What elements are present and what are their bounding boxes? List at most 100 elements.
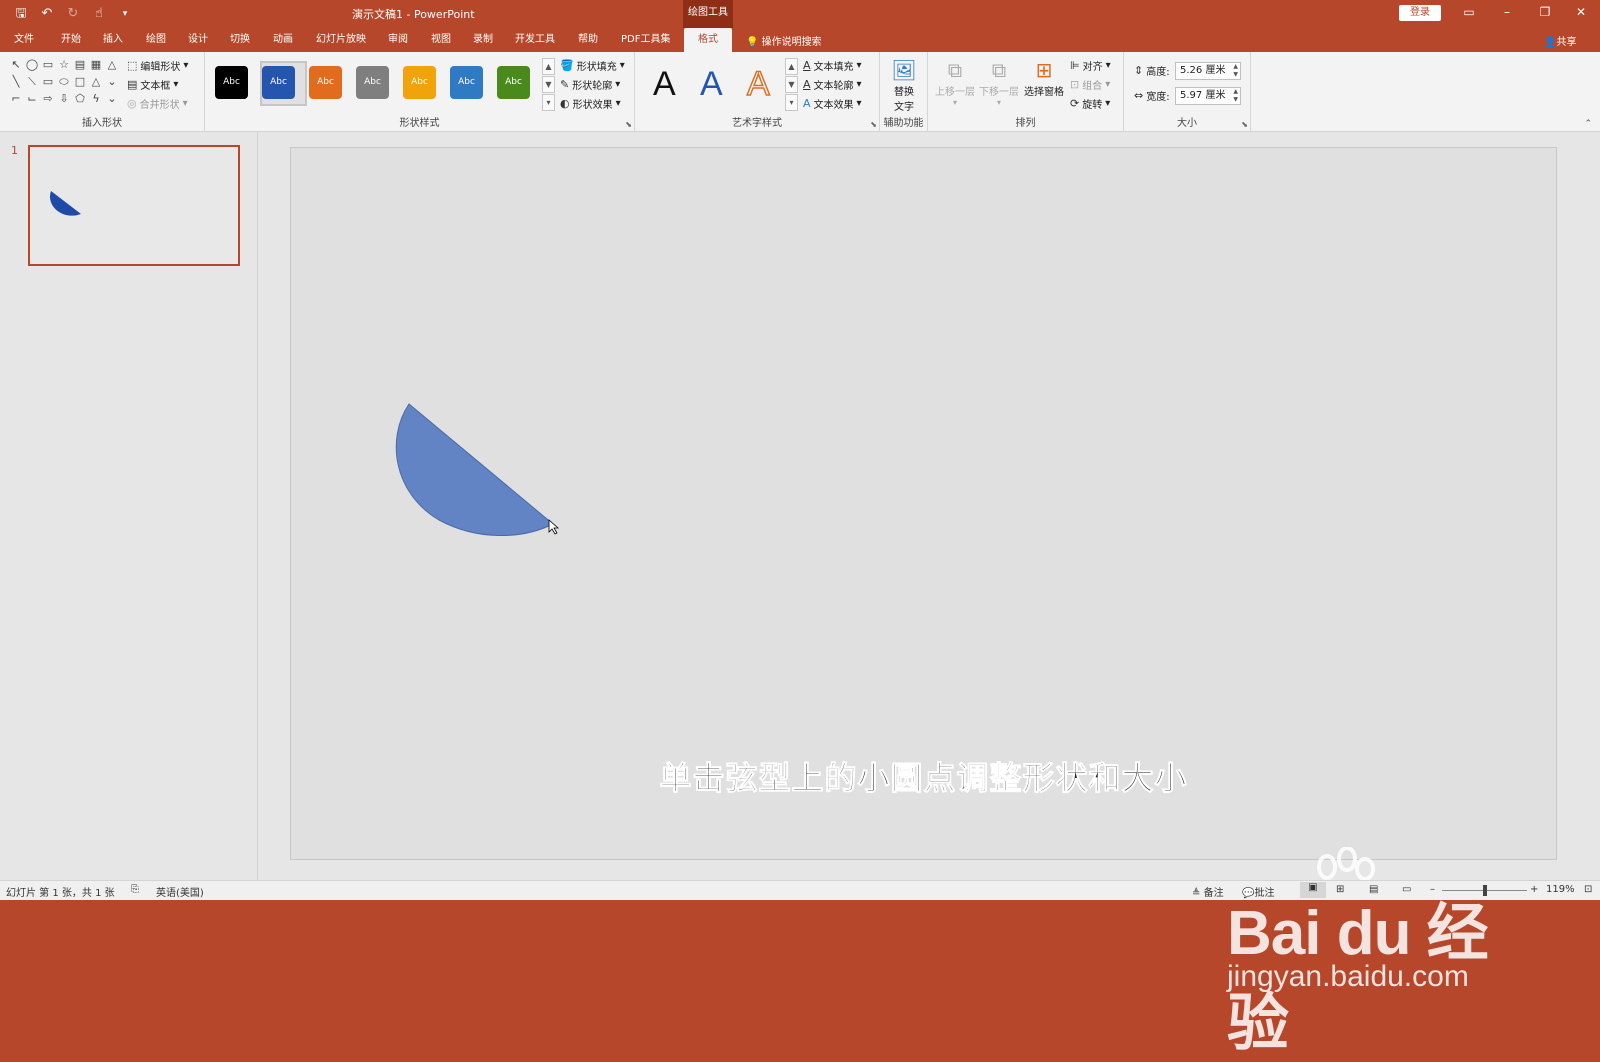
chord-shape[interactable] (395, 403, 554, 536)
restore-icon[interactable]: ❐ (1535, 5, 1555, 19)
arrow-shape-icon[interactable]: ↖ (8, 58, 24, 75)
normal-view-icon[interactable]: ▣ (1300, 882, 1326, 898)
slide-thumbnail[interactable] (28, 145, 240, 266)
slideshow-icon[interactable]: ▭ (1402, 884, 1411, 895)
more-shape-icon[interactable]: ⌄ (104, 92, 120, 109)
oval-outline-shape-icon[interactable]: ◯ (24, 58, 40, 75)
star-shape-icon[interactable]: ☆ (56, 58, 72, 75)
notes-button[interactable]: ≜ 备注 (1192, 884, 1224, 899)
style-swatch-gray[interactable]: Abc (356, 66, 389, 99)
slide-canvas[interactable]: 单击弦型上的小圆点调整形状和大小 (290, 147, 1557, 860)
group-button[interactable]: ⊡ 组合 ▾ (1070, 77, 1110, 92)
style-swatch-green[interactable]: Abc (497, 66, 530, 99)
bring-forward-button[interactable]: ⧉ 上移一层 ▾ (934, 57, 976, 107)
wordart-black[interactable]: A (653, 64, 676, 104)
tab-insert[interactable]: 插入 (103, 33, 123, 47)
alt-text-button[interactable]: 🖼 替换 文字 (888, 57, 920, 113)
tab-format[interactable]: 格式 (684, 28, 732, 52)
slide-sorter-icon[interactable]: ⊞ (1336, 884, 1344, 895)
triangle-shape-icon[interactable]: △ (88, 75, 104, 92)
customize-qat-icon[interactable]: ▾ (116, 5, 134, 23)
wordart-expand-icon[interactable]: ▾ (785, 94, 798, 111)
reading-view-icon[interactable]: ▤ (1369, 884, 1378, 895)
shape-outline-button[interactable]: ✎ 形状轮廓 ▾ (560, 77, 620, 92)
wordart-blue[interactable]: A (700, 64, 723, 104)
fit-to-window-icon[interactable]: ⊡ (1584, 884, 1592, 895)
undo-icon[interactable]: ↶ (38, 5, 56, 23)
zoom-in-icon[interactable]: + (1530, 884, 1538, 895)
wordart-scroll-down-icon[interactable]: ▼ (785, 76, 798, 93)
shapes-gallery[interactable]: ↖ ◯ ▭ ☆ ▤ ▦ △ ╲ ⟍ ▭ ⬭ □ △ ⌄ ⌐ ⌙ ⇨ ⇩ ⬠ ϟ ⌄ (8, 58, 120, 109)
tell-me-search[interactable]: 💡 操作说明搜索 (746, 33, 822, 48)
comments-button[interactable]: 💬批注 (1242, 884, 1274, 899)
zoom-slider-thumb[interactable] (1483, 885, 1487, 896)
spellcheck-icon[interactable]: ⎘ (131, 884, 139, 895)
up-arrow-shape-icon[interactable]: △ (104, 58, 120, 75)
wordart-scroll-up-icon[interactable]: ▲ (785, 58, 798, 75)
tab-pdf-tools[interactable]: PDF工具集 (621, 33, 670, 47)
minimize-icon[interactable]: – (1497, 5, 1517, 19)
connector-shape-icon[interactable]: ⌐ (8, 92, 24, 109)
scroll-up-icon[interactable]: ▲ (542, 58, 555, 75)
touch-mode-icon[interactable]: ☝ (90, 5, 108, 23)
expand-gallery-icon[interactable]: ▾ (542, 94, 555, 111)
tab-view[interactable]: 视图 (431, 33, 451, 47)
rounded-shape-icon[interactable]: ▭ (40, 58, 56, 75)
text-outline-button[interactable]: A 文本轮廓 ▾ (803, 77, 862, 92)
tab-review[interactable]: 审阅 (388, 33, 408, 47)
tab-home[interactable]: 开始 (61, 33, 81, 47)
text-box-button[interactable]: ▤ 文本框 ▾ (127, 77, 178, 92)
align-button[interactable]: ⊫ 对齐 ▾ (1070, 58, 1111, 73)
height-spinner-icon[interactable]: ▲ ▼ (1233, 63, 1238, 79)
tab-slideshow[interactable]: 幻灯片放映 (316, 33, 366, 47)
shape-styles-dialog-launcher-icon[interactable]: ⬊ (625, 120, 632, 129)
style-swatch-gold[interactable]: Abc (403, 66, 436, 99)
rectangle-shape-icon[interactable]: ▭ (40, 75, 56, 92)
rotate-button[interactable]: ⟳ 旋转 ▾ (1070, 96, 1110, 111)
share-button[interactable]: 👤共享 (1544, 33, 1576, 48)
login-button[interactable]: 登录 (1399, 5, 1441, 21)
diagonal-line-shape-icon[interactable]: ⟍ (24, 75, 40, 92)
style-swatch-orange[interactable]: Abc (309, 66, 342, 99)
wordart-orange-outline[interactable]: A (746, 64, 770, 104)
shape-fill-button[interactable]: 🪣 形状填充 ▾ (560, 58, 625, 73)
style-swatch-light-blue[interactable]: Abc (450, 66, 483, 99)
textbox-shape-icon[interactable]: ▤ (72, 58, 88, 75)
down-arrow-shape-icon[interactable]: ⇩ (56, 92, 72, 109)
style-swatch-blue[interactable]: Abc (262, 66, 295, 99)
style-swatch-black[interactable]: Abc (215, 66, 248, 99)
send-backward-button[interactable]: ⧉ 下移一层 ▾ (978, 57, 1020, 107)
tab-file[interactable]: 文件 (14, 33, 34, 47)
shape-effects-button[interactable]: ◐ 形状效果 ▾ (560, 96, 621, 111)
redo-icon[interactable]: ↻ (64, 5, 82, 23)
text-fill-button[interactable]: A 文本填充 ▾ (803, 58, 862, 73)
selection-pane-button[interactable]: ⊞ 选择窗格 (1022, 57, 1066, 98)
elbow-shape-icon[interactable]: ⌙ (24, 92, 40, 109)
merge-shapes-button[interactable]: ◎ 合并形状 ▾ (127, 96, 188, 111)
ribbon-display-options-icon[interactable]: ▭ (1459, 5, 1479, 19)
lightning-shape-icon[interactable]: ϟ (88, 92, 104, 109)
save-icon[interactable]: 🖫 (12, 5, 30, 23)
collapse-ribbon-icon[interactable]: ⌃ (1584, 119, 1592, 129)
height-input[interactable]: 5.26 厘米 ▲ ▼ (1175, 62, 1241, 80)
tab-design[interactable]: 设计 (188, 33, 208, 47)
text-effects-button[interactable]: A 文本效果 ▾ (803, 96, 862, 111)
line-shape-icon[interactable]: ╲ (8, 75, 24, 92)
ellipse-shape-icon[interactable]: ⬭ (56, 75, 72, 92)
tab-transitions[interactable]: 切换 (230, 33, 250, 47)
tab-record[interactable]: 录制 (473, 33, 493, 47)
rect-shape-icon[interactable]: □ (72, 75, 88, 92)
down-shape-icon[interactable]: ⌄ (104, 75, 120, 92)
language-indicator[interactable]: 英语(美国) (156, 884, 204, 899)
close-icon[interactable]: ✕ (1571, 5, 1591, 19)
size-dialog-launcher-icon[interactable]: ⬊ (1241, 120, 1248, 129)
zoom-level[interactable]: 119% (1546, 884, 1575, 895)
tab-developer[interactable]: 开发工具 (515, 33, 555, 47)
edit-shape-button[interactable]: ⬚ 编辑形状 ▾ (127, 58, 188, 73)
wordart-dialog-launcher-icon[interactable]: ⬊ (870, 120, 877, 129)
zoom-out-icon[interactable]: – (1430, 884, 1435, 895)
right-arrow-shape-icon[interactable]: ⇨ (40, 92, 56, 109)
width-spinner-icon[interactable]: ▲ ▼ (1233, 88, 1238, 104)
tab-help[interactable]: 帮助 (578, 33, 598, 47)
tab-draw[interactable]: 绘图 (146, 33, 166, 47)
